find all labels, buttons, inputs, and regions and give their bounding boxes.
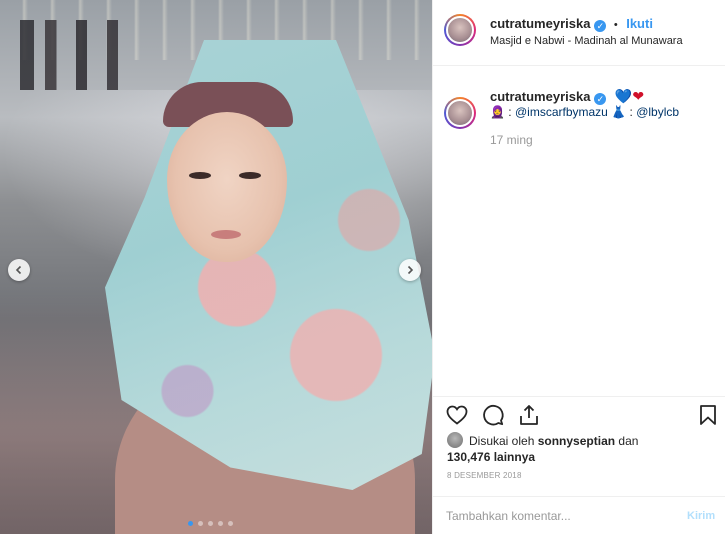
comment-button[interactable] bbox=[481, 403, 505, 427]
hijab-emoji: 🧕 bbox=[490, 105, 505, 119]
post-header: cutratumeyriska ✓ • Ikuti Masjid e Nabwi … bbox=[433, 0, 725, 66]
caption-time: 17 ming bbox=[490, 133, 533, 147]
bookmark-icon bbox=[700, 405, 716, 425]
carousel-prev-button[interactable] bbox=[8, 259, 30, 281]
caption-username[interactable]: cutratumeyriska bbox=[490, 89, 590, 104]
caption-author-avatar[interactable] bbox=[444, 97, 476, 129]
follow-button[interactable]: Ikuti bbox=[626, 16, 653, 31]
comment-icon bbox=[483, 404, 504, 426]
mention-link[interactable]: @lbylcb bbox=[636, 105, 679, 119]
caption-text: 🧕 : @imscarfbymazu 👗 : @lbylcb bbox=[490, 105, 679, 119]
carousel-dot bbox=[228, 521, 233, 526]
heart-icon bbox=[446, 405, 468, 425]
photo-subject bbox=[95, 40, 432, 534]
header-separator: • bbox=[613, 19, 618, 31]
post-sidebar: cutratumeyriska ✓ • Ikuti Masjid e Nabwi … bbox=[432, 0, 725, 534]
post-photo[interactable] bbox=[0, 0, 432, 534]
action-bar bbox=[433, 396, 725, 430]
carousel-dot bbox=[198, 521, 203, 526]
subject-lips bbox=[211, 230, 241, 239]
verified-badge-icon: ✓ bbox=[594, 93, 607, 105]
dress-emoji: 👗 bbox=[611, 105, 627, 119]
likes-and: dan bbox=[618, 434, 639, 448]
liker-avatar[interactable] bbox=[447, 432, 463, 448]
post-comment-button[interactable]: Kirim bbox=[687, 510, 715, 522]
save-button[interactable] bbox=[696, 403, 720, 427]
subject-eye-right bbox=[239, 172, 261, 179]
carousel-dot bbox=[188, 521, 193, 526]
liker-username[interactable]: sonnyseptian bbox=[538, 434, 615, 448]
post-location[interactable]: Masjid e Nabwi - Madinah al Munawara bbox=[490, 35, 683, 47]
carousel-dot bbox=[218, 521, 223, 526]
caption-colon: : bbox=[508, 105, 512, 119]
carousel-dot bbox=[208, 521, 213, 526]
author-username[interactable]: cutratumeyriska bbox=[490, 16, 590, 31]
likes-summary: Disukai oleh sonnyseptian dan 130,476 la… bbox=[447, 432, 712, 465]
caption-header: cutratumeyriska ✓ 💙❤ bbox=[490, 88, 644, 106]
share-button[interactable] bbox=[517, 403, 541, 427]
likes-prefix: Disukai oleh bbox=[469, 434, 535, 448]
post-date[interactable]: 8 DESEMBER 2018 bbox=[447, 471, 522, 480]
comment-form: Kirim bbox=[433, 496, 725, 534]
red-heart-emoji: ❤ bbox=[632, 88, 645, 104]
mention-link[interactable]: @imscarfbymazu bbox=[515, 105, 608, 119]
comment-input[interactable] bbox=[446, 507, 666, 525]
subject-eye-left bbox=[189, 172, 211, 179]
chevron-right-icon bbox=[407, 265, 414, 275]
share-icon bbox=[520, 405, 538, 425]
blue-heart-emoji: 💙 bbox=[614, 88, 633, 104]
like-button[interactable] bbox=[445, 403, 469, 427]
carousel-next-button[interactable] bbox=[399, 259, 421, 281]
chevron-left-icon bbox=[15, 265, 22, 275]
caption-colon: : bbox=[629, 105, 633, 119]
verified-badge-icon: ✓ bbox=[594, 20, 607, 32]
author-avatar[interactable] bbox=[444, 14, 476, 46]
carousel-indicator bbox=[188, 521, 233, 526]
likes-count[interactable]: 130,476 lainnya bbox=[447, 450, 535, 464]
header-line: cutratumeyriska ✓ • Ikuti bbox=[490, 15, 653, 33]
